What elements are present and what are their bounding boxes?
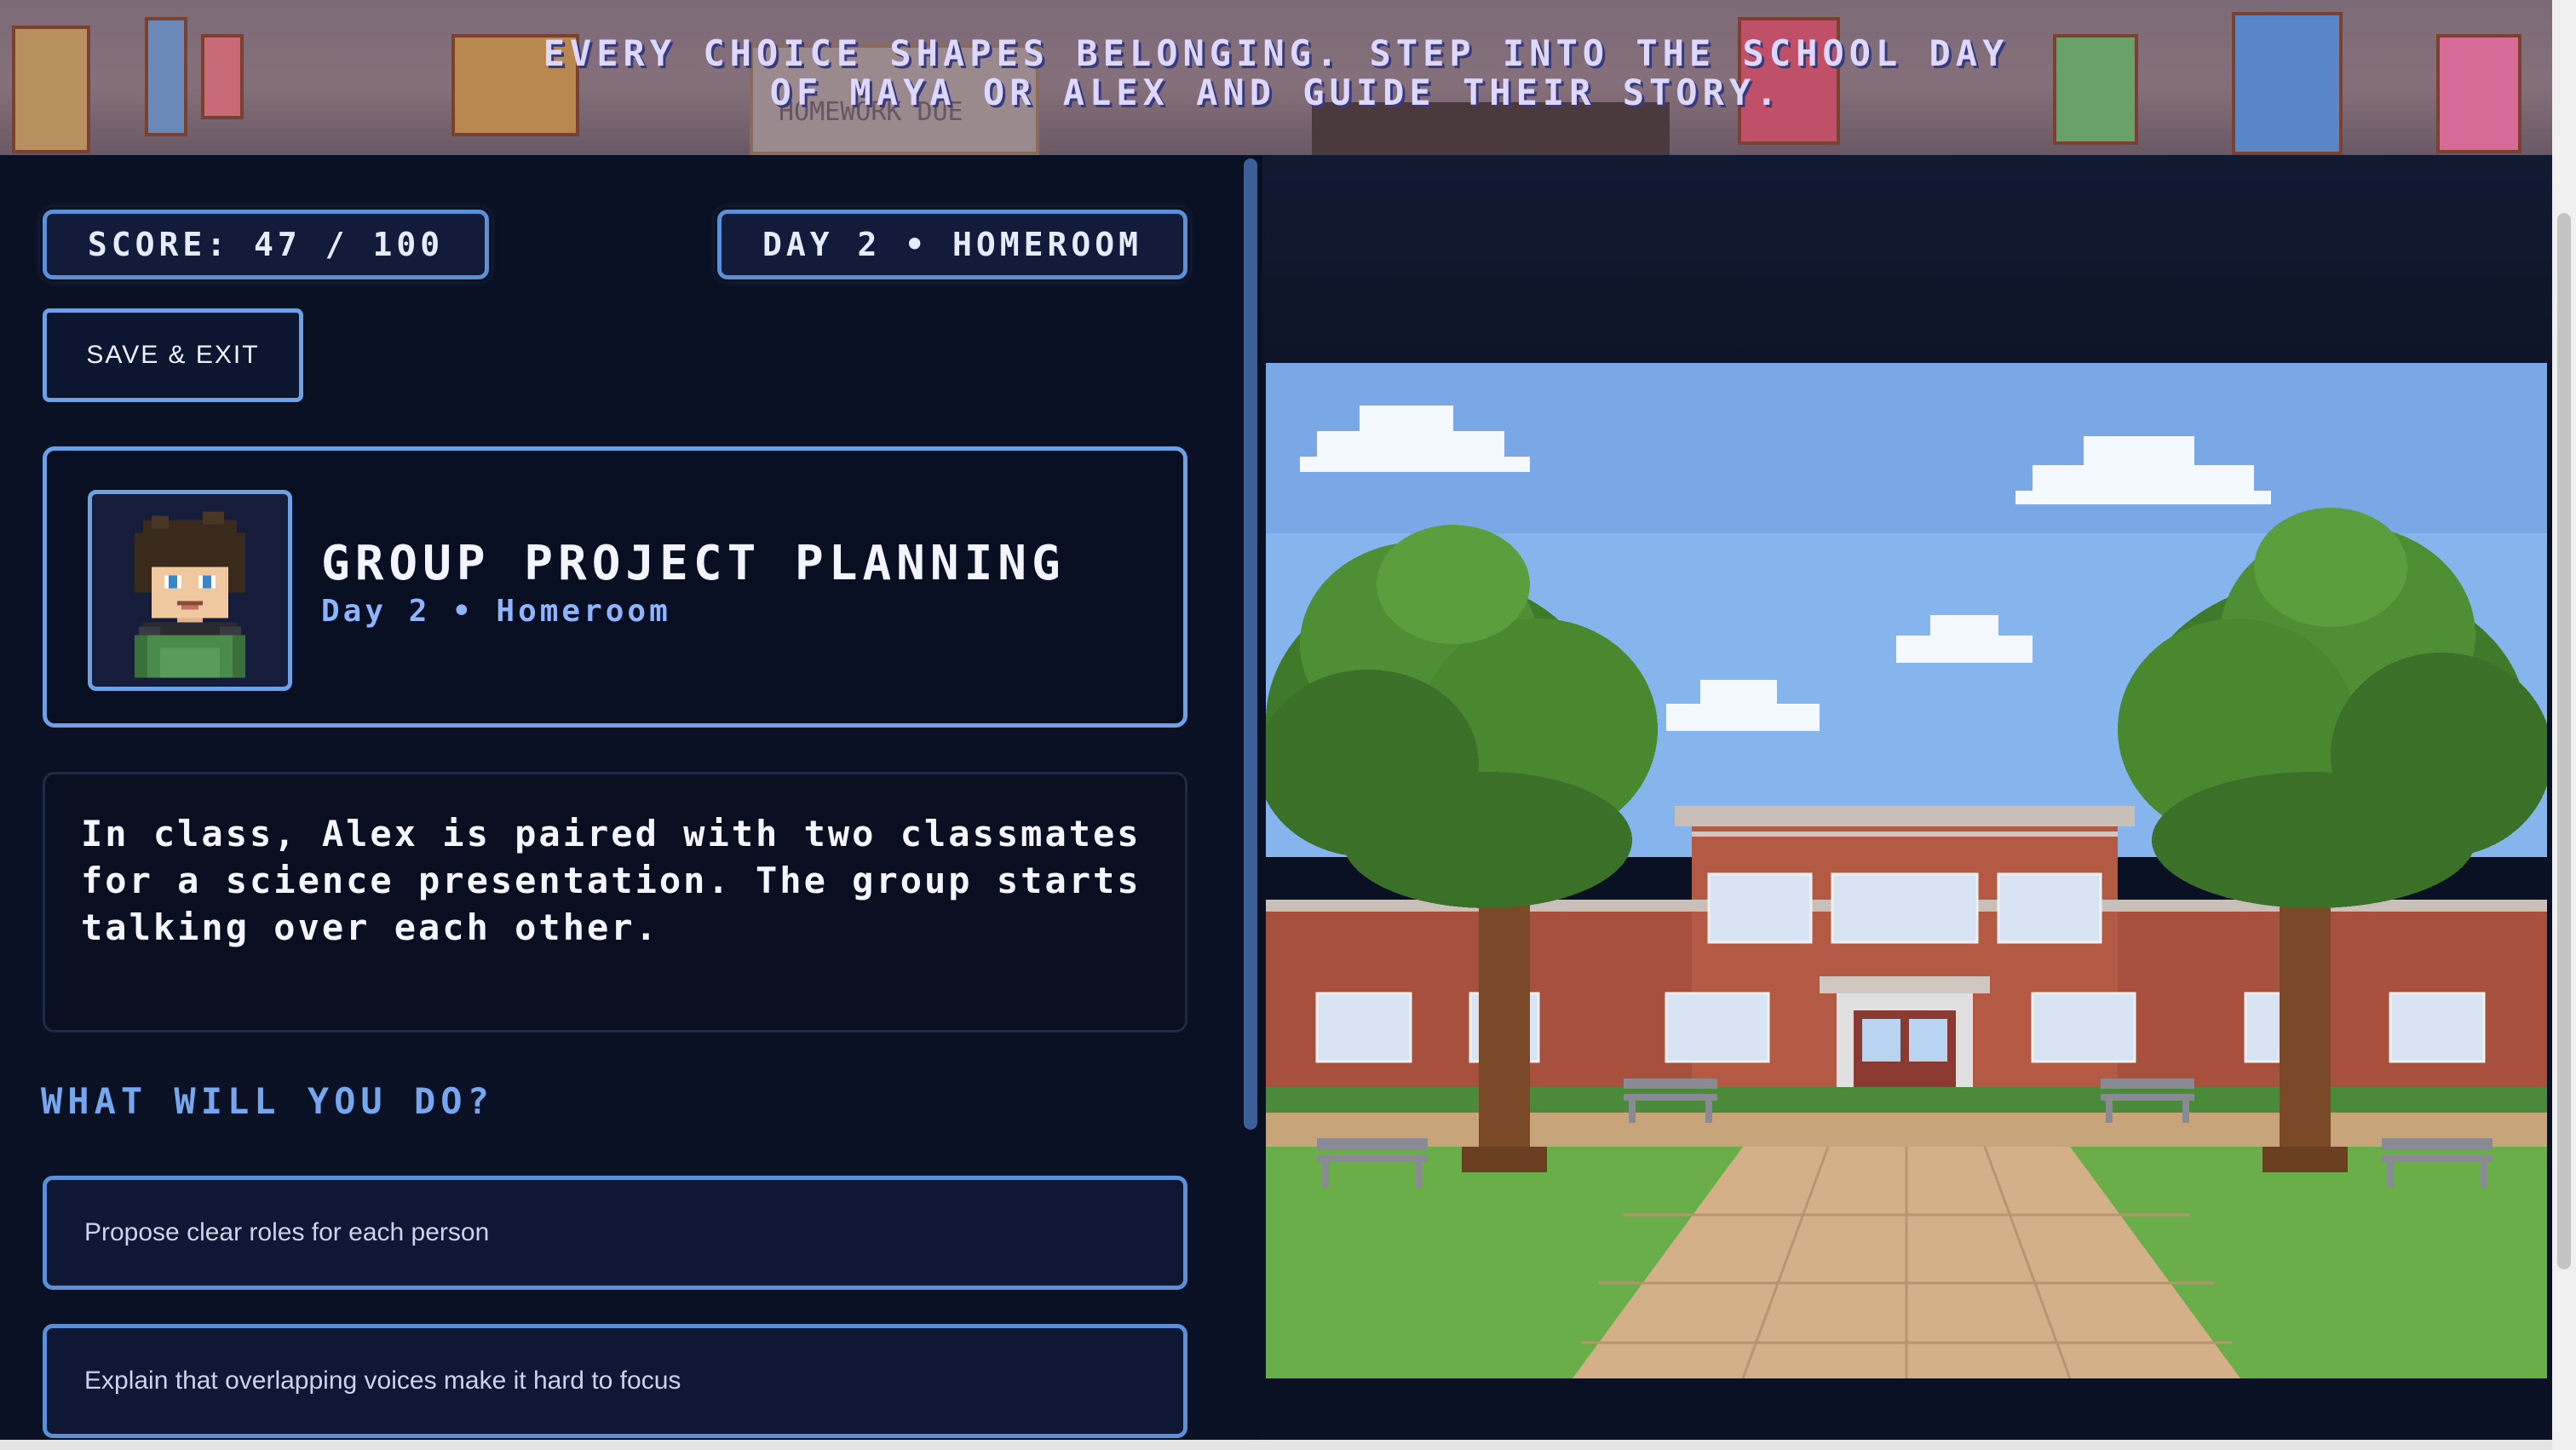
- top-banner: HOMEWORK DUE EVERY CHOICE SHAPES BELONGI…: [0, 0, 2552, 155]
- choice-button[interactable]: Propose clear roles for each person: [43, 1176, 1187, 1290]
- banner-line-2: OF MAYA OR ALEX AND GUIDE THEIR STORY.: [769, 72, 1783, 113]
- panel-scrollbar[interactable]: [1244, 158, 1257, 1130]
- scene-title: GROUP PROJECT PLANNING: [321, 536, 1066, 591]
- bottom-edge: [0, 1440, 2552, 1450]
- alex-portrait-icon: [88, 490, 292, 691]
- classroom-backdrop: [1262, 155, 2552, 363]
- save-exit-button[interactable]: SAVE & EXIT: [43, 308, 303, 402]
- scene-subtitle: Day 2 • Homeroom: [321, 594, 671, 629]
- score-badge: SCORE: 47 / 100: [43, 210, 489, 279]
- school-scene-illustration: [1266, 363, 2547, 1378]
- narration-text: In class, Alex is paired with two classm…: [81, 813, 1141, 948]
- choice-prompt: WHAT WILL YOU DO?: [41, 1080, 494, 1122]
- character-sprite: [92, 494, 288, 687]
- banner-tagline: EVERY CHOICE SHAPES BELONGING. STEP INTO…: [0, 34, 2552, 112]
- narration-box: In class, Alex is paired with two classm…: [43, 772, 1187, 1033]
- banner-line-1: EVERY CHOICE SHAPES BELONGING. STEP INTO…: [543, 32, 2010, 74]
- choice-button[interactable]: Explain that overlapping voices make it …: [43, 1324, 1187, 1438]
- choice-label: Explain that overlapping voices make it …: [84, 1367, 681, 1395]
- scene-header-card: GROUP PROJECT PLANNING Day 2 • Homeroom: [43, 446, 1187, 728]
- page-scrollbar-thumb[interactable]: [2557, 213, 2571, 1269]
- day-badge: DAY 2 • HOMEROOM: [717, 210, 1187, 279]
- choice-label: Propose clear roles for each person: [84, 1218, 490, 1246]
